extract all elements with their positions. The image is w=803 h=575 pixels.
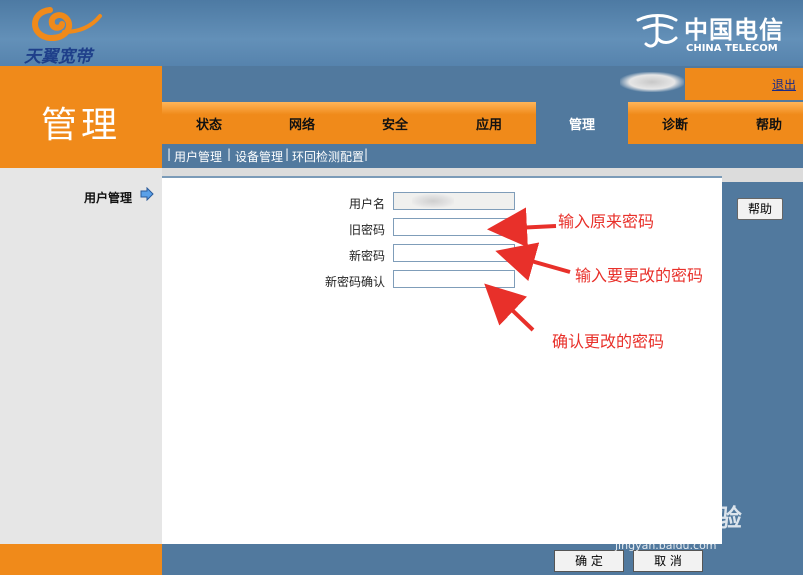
ok-button[interactable]: 确 定 bbox=[554, 550, 624, 572]
help-button[interactable]: 帮助 bbox=[737, 198, 783, 220]
page-title: 管理 bbox=[40, 105, 121, 146]
annotation-old-password: 输入原来密码 bbox=[558, 212, 655, 231]
user-name-redacted bbox=[620, 72, 684, 92]
sidebar-item-user-management[interactable]: 用户管理 bbox=[84, 189, 132, 206]
brand-tianyi-text: 天翼宽带 bbox=[24, 47, 92, 67]
tab-help[interactable]: 帮助 bbox=[722, 102, 803, 144]
subnav-item-loopback-detection[interactable]: 环回检测配置 bbox=[292, 148, 364, 165]
subnav-item-user-management[interactable]: 用户管理 bbox=[174, 148, 222, 165]
tab-security[interactable]: 安全 bbox=[348, 102, 442, 144]
annotation-new-password: 输入要更改的密码 bbox=[575, 266, 704, 285]
left-sidebar bbox=[0, 168, 162, 544]
confirm-password-input[interactable] bbox=[393, 270, 515, 288]
username-value-redacted bbox=[412, 194, 454, 208]
baidu-watermark: Bai du 经验 bbox=[600, 504, 742, 532]
username-label: 用户名 bbox=[348, 197, 385, 211]
confirm-password-label: 新密码确认 bbox=[324, 275, 385, 289]
annotation-confirm-password: 确认更改的密码 bbox=[552, 332, 665, 351]
baidu-watermark-url: jingyan.baidu.com bbox=[615, 539, 717, 552]
tab-diagnostics[interactable]: 诊断 bbox=[628, 102, 722, 144]
old-password-input[interactable] bbox=[393, 218, 515, 236]
footer-accent bbox=[0, 544, 162, 575]
old-password-label: 旧密码 bbox=[348, 223, 385, 237]
tab-status[interactable]: 状态 bbox=[162, 102, 256, 144]
subnav-separator: | bbox=[364, 147, 369, 161]
arrow-right-icon bbox=[140, 187, 154, 201]
tab-application[interactable]: 应用 bbox=[442, 102, 536, 144]
new-password-label: 新密码 bbox=[348, 249, 385, 263]
brand-china-telecom-en: CHINA TELECOM bbox=[686, 43, 778, 54]
brand-china-telecom-cn: 中国电信 bbox=[684, 15, 784, 44]
cancel-button[interactable]: 取 消 bbox=[633, 550, 703, 572]
tab-management[interactable]: 管理 bbox=[536, 102, 628, 144]
subnav-separator: | bbox=[227, 147, 232, 161]
right-sidebar bbox=[722, 182, 803, 544]
logout-link[interactable]: 退出 bbox=[772, 76, 796, 93]
subnav-separator: | bbox=[167, 147, 172, 161]
subnav-separator: | bbox=[285, 147, 290, 161]
new-password-input[interactable] bbox=[393, 244, 515, 262]
subnav-item-device-management[interactable]: 设备管理 bbox=[235, 148, 283, 165]
tab-network[interactable]: 网络 bbox=[256, 102, 348, 144]
